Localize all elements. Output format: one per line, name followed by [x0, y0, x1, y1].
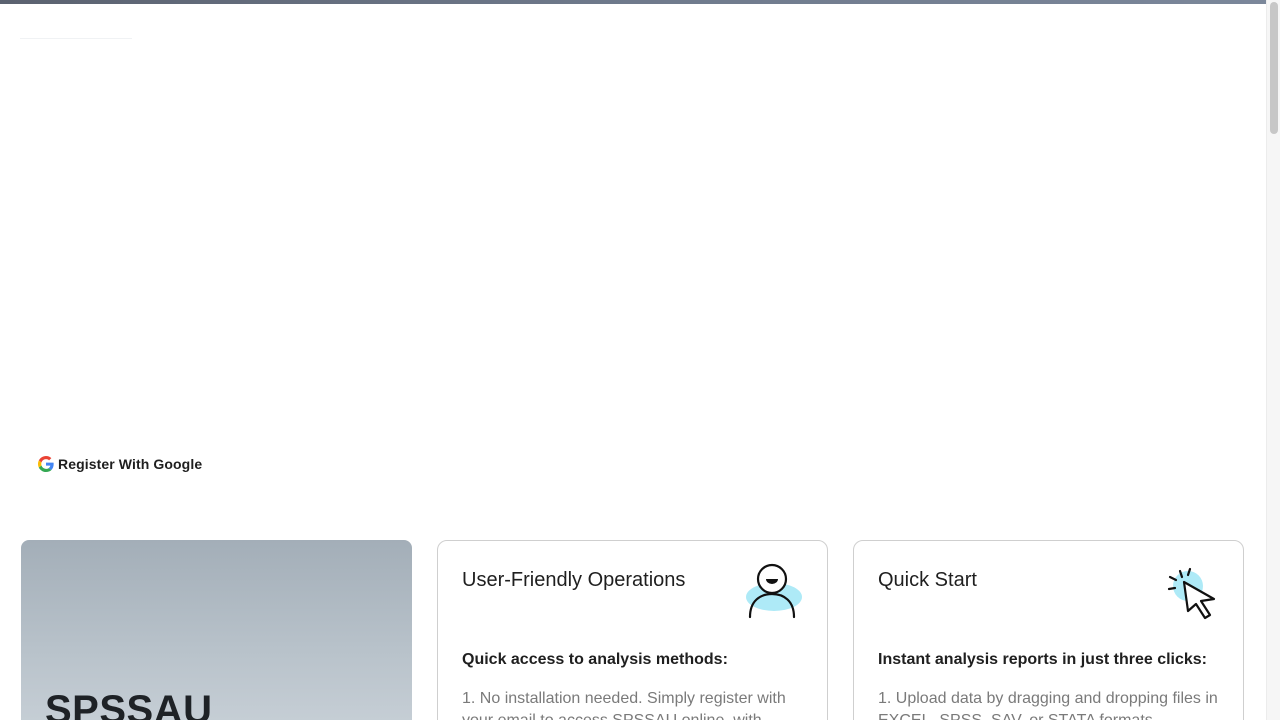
header-divider	[20, 38, 132, 39]
google-button-label: Register With Google	[58, 456, 203, 472]
cursor-click-icon	[1167, 567, 1216, 620]
user-icon	[746, 563, 802, 619]
card-body: 1. Upload data by dragging and dropping …	[878, 690, 1218, 720]
card-subtitle: Quick access to analysis methods:	[462, 651, 728, 668]
google-g-icon	[38, 456, 54, 472]
scrollbar-thumb[interactable]	[1270, 2, 1278, 134]
feature-card-user-friendly: User-Friendly Operations Quick access to…	[437, 540, 828, 720]
card-body: 1. No installation needed. Simply regist…	[462, 690, 786, 720]
hero-title: SPSSAU	[45, 688, 213, 720]
hero-card: SPSSAU	[21, 540, 412, 720]
card-title: Quick Start	[878, 569, 977, 591]
top-accent-bar	[0, 0, 1266, 4]
card-subtitle: Instant analysis reports in just three c…	[878, 651, 1207, 668]
feature-card-quick-start: Quick Start Instant analysis reports in …	[853, 540, 1244, 720]
register-with-google-button[interactable]: Register With Google	[30, 448, 210, 480]
page: Register With Google SPSSAU User-Friendl…	[0, 0, 1280, 720]
card-title: User-Friendly Operations	[462, 569, 686, 591]
vertical-scrollbar[interactable]	[1266, 0, 1280, 720]
